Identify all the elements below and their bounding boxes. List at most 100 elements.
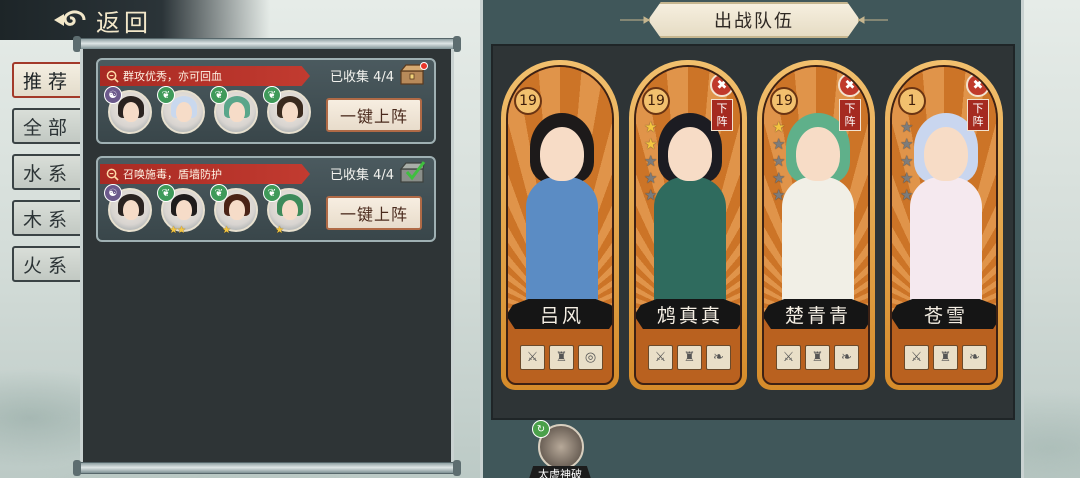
portrait-face: [123, 200, 139, 220]
remove-label[interactable]: 下阵: [839, 99, 861, 131]
hero-face: [796, 127, 840, 181]
notification-dot: [420, 62, 428, 70]
hero-portrait[interactable]: ☯: [104, 86, 152, 134]
weapon-slot-icon[interactable]: ⚔: [648, 345, 673, 370]
yin-yang-element-icon: ☯: [104, 184, 122, 202]
recommendation-tag: 群攻优秀，亦可回血: [100, 66, 310, 86]
hero-outfit: [910, 177, 982, 317]
hero-card-cangxue[interactable]: 1 ★ ★ ★ ★ ★ ✖ 下阵 苍雪 ⚔ ♜ ❧: [885, 60, 1003, 390]
accessory-slot-icon[interactable]: ❧: [706, 345, 731, 370]
hero-portrait[interactable]: ❦: [263, 86, 311, 134]
leaf-element-icon: ❦: [210, 184, 228, 202]
skill-name: 太虚神破: [528, 466, 592, 478]
weapon-slot-icon[interactable]: ⚔: [520, 345, 545, 370]
close-icon[interactable]: ✖: [710, 73, 734, 97]
team-title: 出战队伍: [648, 2, 860, 38]
checked-chest-icon[interactable]: [398, 160, 426, 184]
team-skill[interactable]: ↻ 太虚神破: [528, 420, 592, 478]
hero-name: 吕风: [508, 299, 612, 329]
back-label: 返回: [96, 8, 152, 37]
weapon-slot-icon[interactable]: ⚔: [776, 345, 801, 370]
portrait-face: [176, 200, 192, 220]
portrait-stars: ★★: [169, 225, 186, 236]
accessory-slot-icon[interactable]: ❧: [962, 345, 987, 370]
leaf-element-icon: ❦: [210, 86, 228, 104]
hero-face: [540, 127, 584, 181]
armor-slot-icon[interactable]: ♜: [933, 345, 958, 370]
hero-card-qingqing[interactable]: 19 ★ ★ ★ ★ ★ ✖ 下阵 楚青青 ⚔ ♜ ❧: [757, 60, 875, 390]
hero-name: 苍雪: [892, 299, 996, 329]
team-title-banner: 出战队伍: [620, 2, 888, 38]
hero-card-lufeng[interactable]: 19 吕风 ⚔ ♜ ◎: [501, 60, 619, 390]
armor-slot-icon[interactable]: ♜: [549, 345, 574, 370]
ornament-icon: [858, 16, 888, 24]
star-empty-icon: ★: [772, 169, 786, 187]
star-rating: ★ ★ ★ ★ ★: [644, 119, 657, 203]
leaf-element-icon: ❦: [157, 184, 175, 202]
portrait-face: [229, 102, 245, 122]
star-filled-icon: ★: [644, 118, 658, 136]
collected-count: 已收集 4/4: [329, 168, 394, 183]
magnifier-icon: [106, 70, 119, 83]
remove-from-team[interactable]: ✖ 下阵: [966, 73, 992, 131]
portrait-face: [176, 102, 192, 122]
hero-name: 楚青青: [764, 299, 868, 329]
portrait-face: [229, 200, 245, 220]
hero-portrait[interactable]: ❦: [157, 86, 205, 134]
portrait-stars: ★: [275, 225, 284, 236]
ornament-icon: [620, 16, 650, 24]
hero-face: [924, 127, 968, 181]
star-rating: ★ ★ ★ ★ ★: [900, 119, 913, 203]
hero-name: 鸩真真: [636, 299, 740, 329]
star-empty-icon: ★: [900, 186, 914, 204]
accessory-slot-icon[interactable]: ❧: [834, 345, 859, 370]
remove-label[interactable]: 下阵: [967, 99, 989, 131]
hero-portrait[interactable]: ❦: [210, 86, 258, 134]
magnifier-icon: [106, 168, 119, 181]
remove-from-team[interactable]: ✖ 下阵: [710, 73, 736, 131]
hero-portrait[interactable]: ❦ ★: [263, 184, 311, 236]
portrait-face: [123, 102, 139, 122]
star-empty-icon: ★: [772, 186, 786, 204]
collected-count: 已收集 4/4: [329, 70, 394, 85]
level-badge: 19: [642, 87, 670, 115]
star-filled-icon: ★: [644, 135, 658, 153]
accessory-slot-icon[interactable]: ◎: [578, 345, 603, 370]
star-empty-icon: ★: [772, 152, 786, 170]
close-icon[interactable]: ✖: [838, 73, 862, 97]
swirl-back-icon: [54, 10, 86, 26]
back-button[interactable]: 返回: [50, 2, 152, 38]
swap-badge-icon: ↻: [532, 420, 550, 438]
level-badge: 1: [898, 87, 926, 115]
hero-portrait[interactable]: ❦ ★★: [157, 184, 205, 236]
star-empty-icon: ★: [644, 169, 658, 187]
recommendation-tag-text: 群攻优秀，亦可回血: [123, 70, 222, 83]
leaf-element-icon: ❦: [263, 184, 281, 202]
weapon-slot-icon[interactable]: ⚔: [904, 345, 929, 370]
star-rating: ★ ★ ★ ★ ★: [772, 119, 785, 203]
hero-outfit: [782, 177, 854, 317]
top-banner: 返回: [0, 0, 270, 40]
star-empty-icon: ★: [900, 169, 914, 187]
quick-deploy-button[interactable]: 一键上阵: [326, 196, 422, 230]
leaf-element-icon: ❦: [263, 86, 281, 104]
remove-from-team[interactable]: ✖ 下阵: [838, 73, 864, 131]
star-empty-icon: ★: [900, 152, 914, 170]
hero-outfit: [654, 177, 726, 317]
star-filled-icon: ★: [772, 118, 786, 136]
close-icon[interactable]: ✖: [966, 73, 990, 97]
star-empty-icon: ★: [900, 135, 914, 153]
armor-slot-icon[interactable]: ♜: [677, 345, 702, 370]
hero-portrait[interactable]: ☯: [104, 184, 152, 232]
leaf-element-icon: ❦: [157, 86, 175, 104]
hero-card-zhenzhen[interactable]: 19 ★ ★ ★ ★ ★ ✖ 下阵 鸩真真 ⚔ ♜ ❧: [629, 60, 747, 390]
portrait-face: [282, 200, 298, 220]
recommendation-tag-text: 召唤施毒，盾墙防护: [123, 168, 222, 181]
quick-deploy-button[interactable]: 一键上阵: [326, 98, 422, 132]
level-badge: 19: [514, 87, 542, 115]
yin-yang-element-icon: ☯: [104, 86, 122, 104]
remove-label[interactable]: 下阵: [711, 99, 733, 131]
armor-slot-icon[interactable]: ♜: [805, 345, 830, 370]
star-empty-icon: ★: [772, 135, 786, 153]
hero-portrait[interactable]: ❦ ★: [210, 184, 258, 236]
